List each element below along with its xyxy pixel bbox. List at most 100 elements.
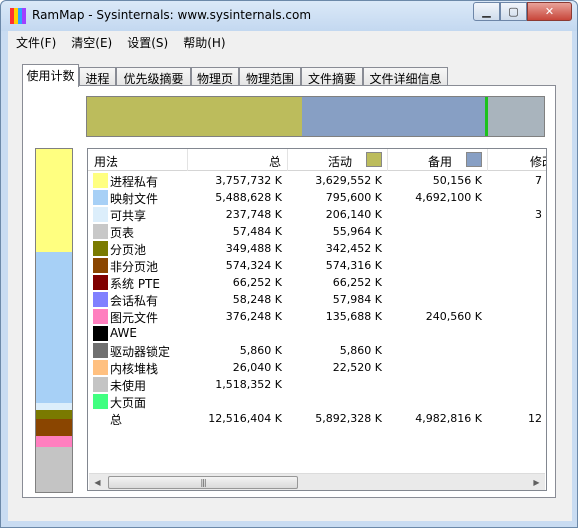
menu-settings[interactable]: 设置(S) xyxy=(119,31,175,51)
row-usage-name: 图元文件 xyxy=(110,311,159,325)
scroll-thumb[interactable]: ||| xyxy=(108,476,298,489)
row-active-value: 574,316 K xyxy=(325,259,382,272)
row-color-swatch xyxy=(93,241,108,256)
row-color-swatch xyxy=(93,258,108,273)
scroll-right-icon: ▶ xyxy=(533,478,540,487)
tab-physical-ranges[interactable]: 物理范围 xyxy=(239,67,301,86)
row-usage-name: 映射文件 xyxy=(110,192,159,206)
row-color-swatch xyxy=(93,377,108,392)
row-usage-name: 未使用 xyxy=(110,379,147,393)
row-color-swatch xyxy=(93,360,108,375)
col-standby-label: 备用 xyxy=(428,155,453,169)
table-row[interactable]: 进程私有 3,757,732 K 3,629,552 K 50,156 K 7 xyxy=(88,172,546,189)
table-body: 进程私有 3,757,732 K 3,629,552 K 50,156 K 7 映射文件 5… xyxy=(88,172,546,427)
breakdown-bar-segment xyxy=(36,409,72,420)
breakdown-bar-segment xyxy=(36,402,72,410)
table-row[interactable]: 页表 57,484 K 55,964 K xyxy=(88,223,546,240)
memory-usage-bar xyxy=(86,96,545,137)
active-color-swatch xyxy=(366,152,382,167)
col-active-header[interactable]: 活动 xyxy=(288,149,388,171)
row-color-swatch xyxy=(93,343,108,358)
row-total-value: 57,484 K xyxy=(232,225,282,238)
row-active-value: 795,600 K xyxy=(325,191,382,204)
table-row[interactable]: 映射文件 5,488,628 K 795,600 K 4,692,100 K xyxy=(88,189,546,206)
scroll-left-icon: ◀ xyxy=(94,478,101,487)
close-button[interactable]: ✕ xyxy=(527,2,572,21)
row-standby-value: 4,692,100 K xyxy=(415,191,482,204)
table-row[interactable]: AWE xyxy=(88,325,546,342)
table-row[interactable]: 未使用 1,518,352 K xyxy=(88,376,546,393)
row-total-value: 58,248 K xyxy=(232,293,282,306)
breakdown-bar-segment xyxy=(36,251,72,403)
table-row[interactable]: 驱动器锁定 5,860 K 5,860 K xyxy=(88,342,546,359)
table-header: 用法 总 活动 备用 修改 xyxy=(88,149,546,171)
menu-empty[interactable]: 清空(E) xyxy=(63,31,119,51)
row-usage-name: 非分页池 xyxy=(110,260,159,274)
row-color-swatch xyxy=(93,173,108,188)
table-row[interactable]: 非分页池 574,324 K 574,316 K xyxy=(88,257,546,274)
col-modified-header[interactable]: 修改 xyxy=(488,149,546,171)
usage-bar-segment xyxy=(301,97,485,136)
menu-help[interactable]: 帮助(H) xyxy=(175,31,232,51)
row-standby-value: 4,982,816 K xyxy=(415,412,482,425)
row-active-value: 135,688 K xyxy=(325,310,382,323)
rammap-app-icon xyxy=(10,8,26,24)
row-active-value: 206,140 K xyxy=(325,208,382,221)
breakdown-bar-segment xyxy=(36,419,72,436)
row-usage-name: 会话私有 xyxy=(110,294,159,308)
col-total-header[interactable]: 总 xyxy=(188,149,288,171)
standby-color-swatch xyxy=(466,152,482,167)
table-row[interactable]: 总 12,516,404 K 5,892,328 K 4,982,816 K 12 xyxy=(88,410,546,427)
tab-file-details[interactable]: 文件详细信息 xyxy=(363,67,448,86)
maximize-button[interactable]: ▢ xyxy=(500,2,527,21)
row-total-value: 5,860 K xyxy=(239,344,282,357)
grip-icon: ||| xyxy=(200,478,206,487)
scroll-right-button[interactable]: ▶ xyxy=(528,474,545,490)
row-standby-value: 240,560 K xyxy=(425,310,482,323)
row-active-value: 57,984 K xyxy=(332,293,382,306)
row-modified-value: 7 xyxy=(535,174,542,187)
scroll-left-button[interactable]: ◀ xyxy=(89,474,106,490)
tab-priority-summary[interactable]: 优先级摘要 xyxy=(116,67,191,86)
row-color-swatch xyxy=(93,326,108,341)
row-color-swatch xyxy=(93,394,108,409)
row-modified-value: 12 xyxy=(528,412,542,425)
minimize-icon: ▁ xyxy=(482,5,491,18)
row-total-value: 26,040 K xyxy=(232,361,282,374)
use-counts-table[interactable]: 用法 总 活动 备用 修改 进程私有 3,757,732 K 3,629,552 K… xyxy=(87,148,547,491)
col-usage-header[interactable]: 用法 xyxy=(88,149,188,171)
row-color-swatch xyxy=(93,275,108,290)
table-row[interactable]: 系统 PTE 66,252 K 66,252 K xyxy=(88,274,546,291)
tab-processes[interactable]: 进程 xyxy=(79,67,116,86)
breakdown-bar-segment xyxy=(36,435,72,448)
col-modified-label: 修改 xyxy=(530,155,546,169)
row-usage-name: 大页面 xyxy=(110,396,147,410)
table-row[interactable]: 会话私有 58,248 K 57,984 K xyxy=(88,291,546,308)
table-row[interactable]: 大页面 xyxy=(88,393,546,410)
row-color-swatch xyxy=(93,309,108,324)
tab-file-summary[interactable]: 文件摘要 xyxy=(301,67,363,86)
table-row[interactable]: 内核堆栈 26,040 K 22,520 K xyxy=(88,359,546,376)
minimize-button[interactable]: ▁ xyxy=(473,2,500,21)
tab-use-counts[interactable]: 使用计数 xyxy=(22,64,79,87)
row-color-swatch xyxy=(93,207,108,222)
title-bar[interactable]: RamMap - Sysinternals: www.sysinternals.… xyxy=(1,1,577,31)
use-counts-panel: 用法 总 活动 备用 修改 进程私有 3,757,732 K 3,629,552 K… xyxy=(22,85,556,498)
row-active-value: 55,964 K xyxy=(332,225,382,238)
menu-file[interactable]: 文件(F) xyxy=(8,31,63,51)
horizontal-scrollbar[interactable]: ◀ ||| ▶ xyxy=(89,473,545,490)
table-row[interactable]: 图元文件 376,248 K 135,688 K 240,560 K xyxy=(88,308,546,325)
row-usage-name: 进程私有 xyxy=(110,175,159,189)
row-total-value: 3,757,732 K xyxy=(215,174,282,187)
row-active-value: 5,860 K xyxy=(339,344,382,357)
row-usage-name: 总 xyxy=(110,413,123,427)
tab-physical-pages[interactable]: 物理页 xyxy=(191,67,239,86)
table-row[interactable]: 可共享 237,748 K 206,140 K 3 xyxy=(88,206,546,223)
row-color-swatch xyxy=(93,224,108,239)
table-row[interactable]: 分页池 349,488 K 342,452 K xyxy=(88,240,546,257)
row-usage-name: 页表 xyxy=(110,226,135,240)
col-standby-header[interactable]: 备用 xyxy=(388,149,488,171)
usage-breakdown-bar xyxy=(35,148,73,493)
window-title: RamMap - Sysinternals: www.sysinternals.… xyxy=(32,8,312,22)
row-total-value: 237,748 K xyxy=(225,208,282,221)
